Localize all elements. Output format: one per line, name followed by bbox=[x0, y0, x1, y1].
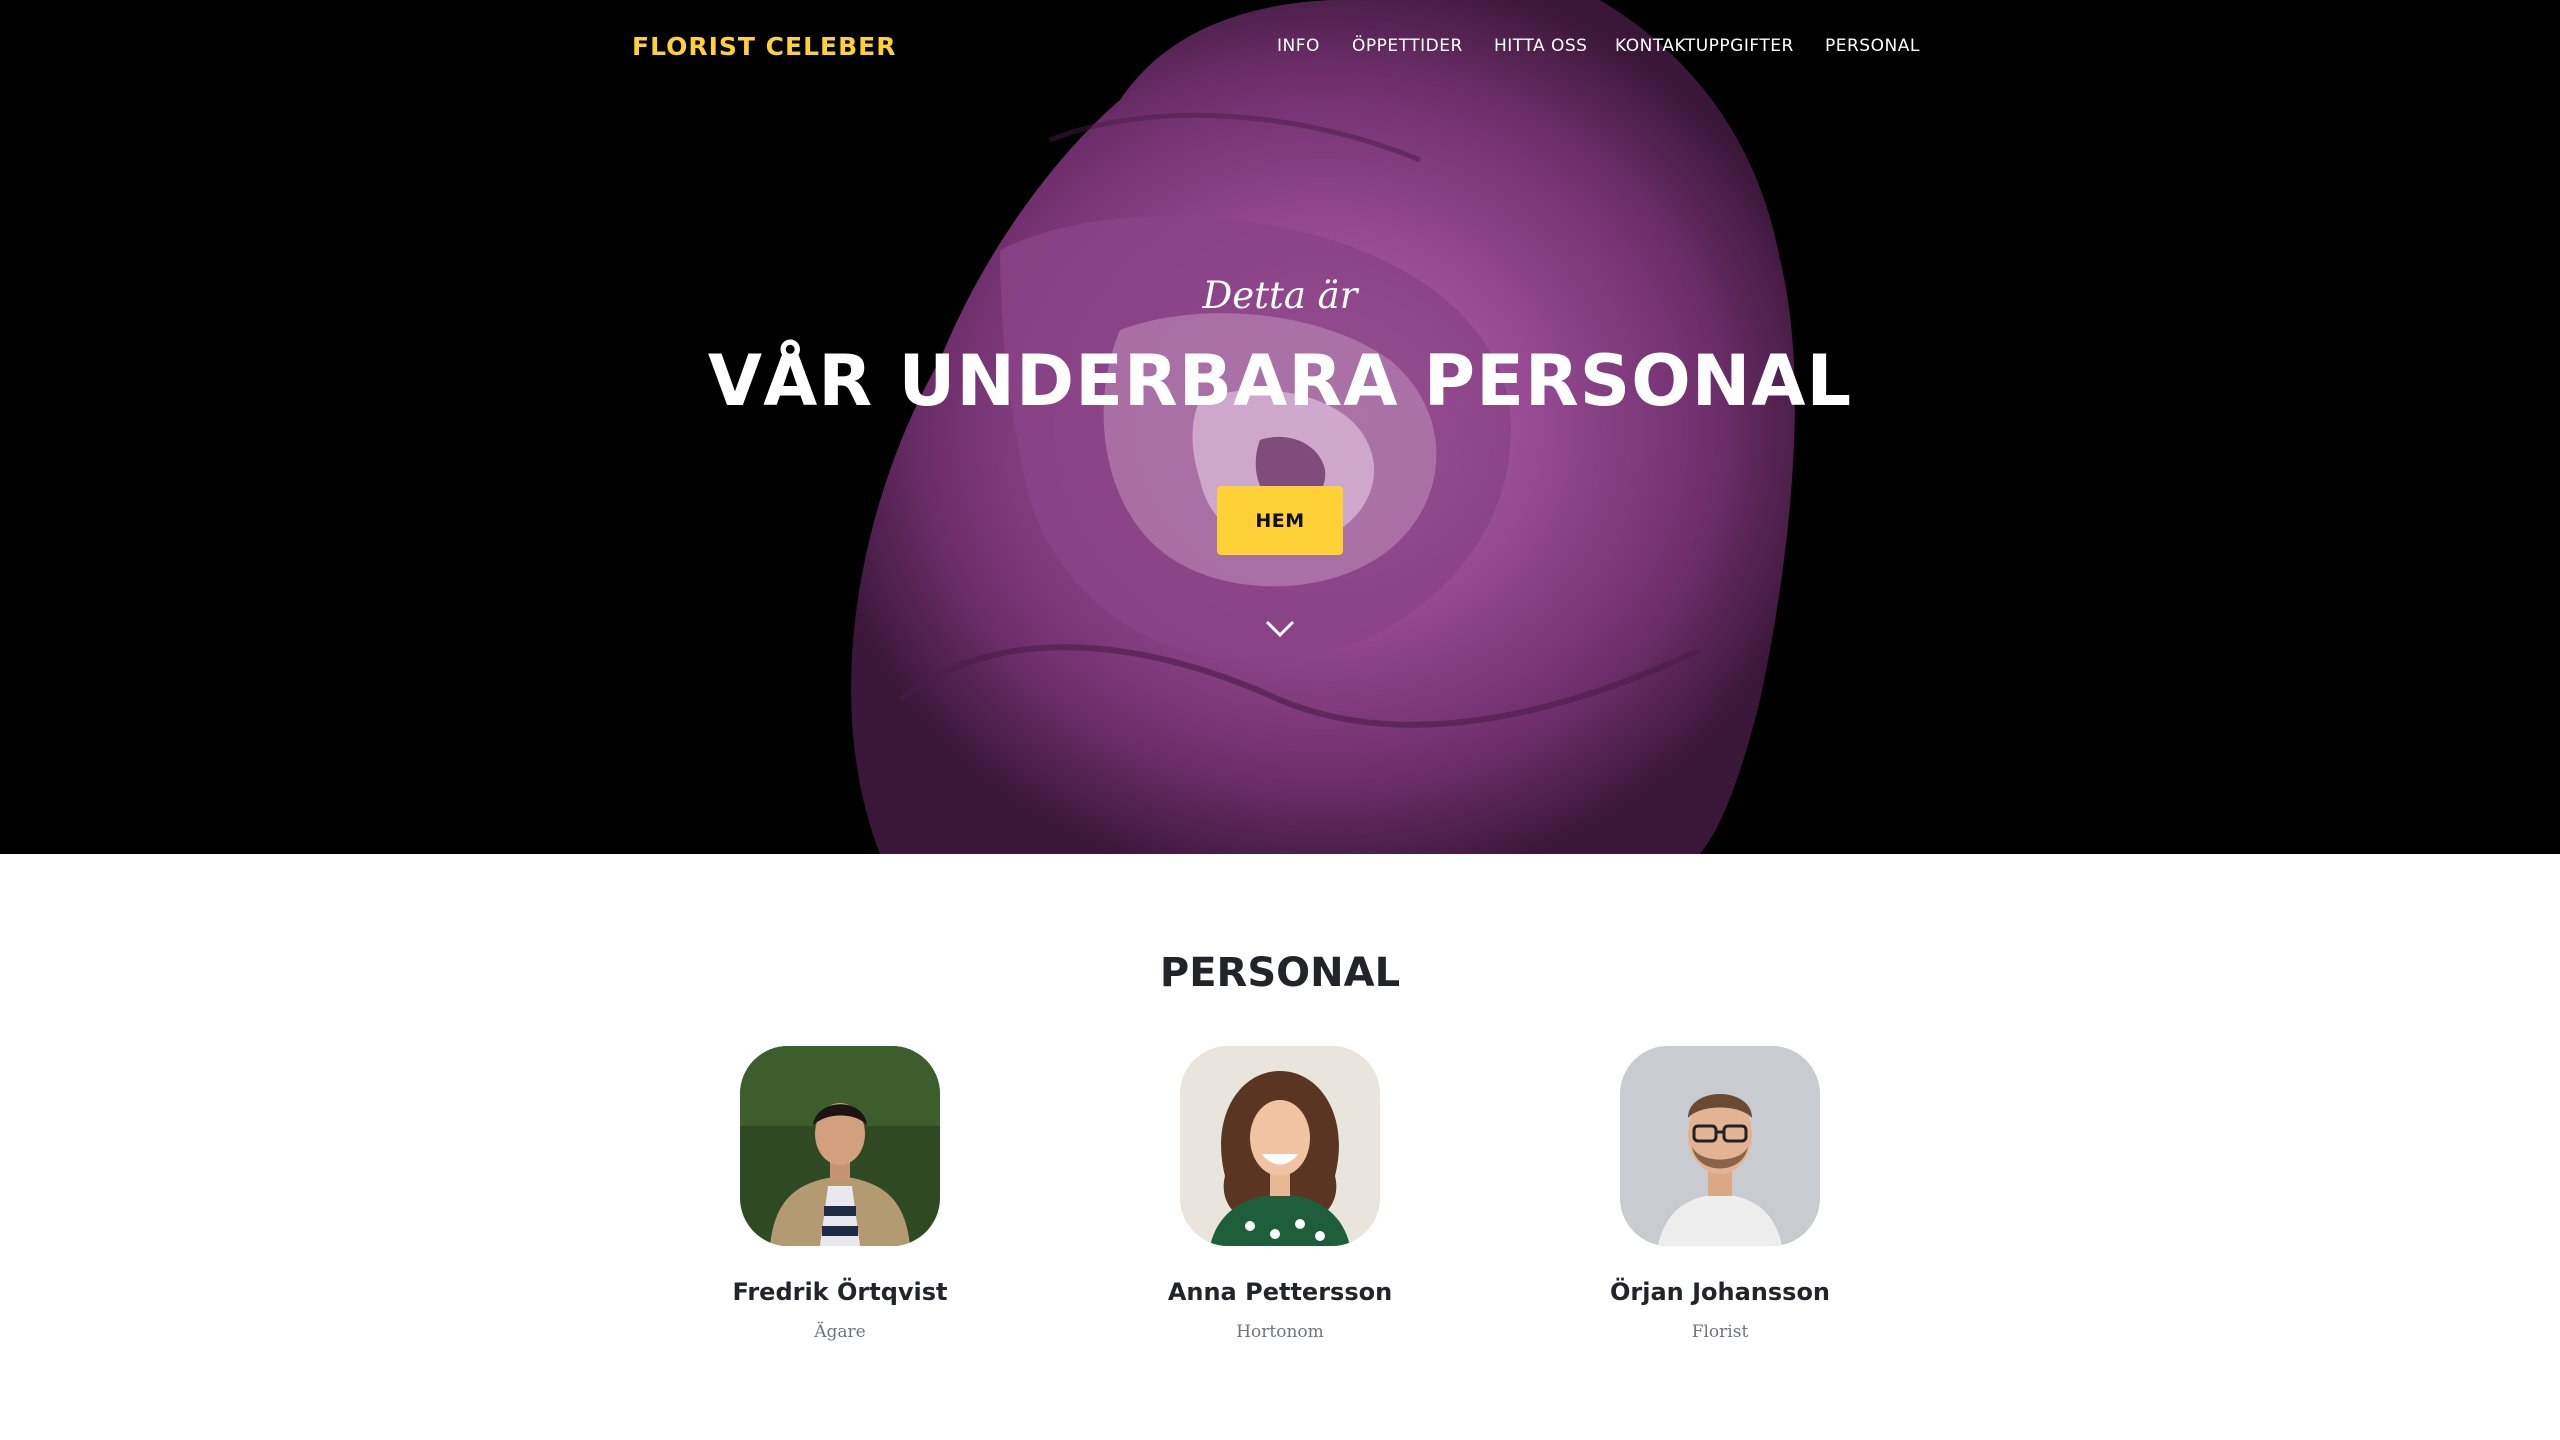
navbar: FLORIST CELEBER INFO ÖPPETTIDER HITTA OS… bbox=[0, 0, 2560, 94]
nav-item-hitta-oss[interactable]: HITTA OSS bbox=[1494, 36, 1587, 56]
nav-item-kontaktuppgifter[interactable]: KONTAKTUPPGIFTER bbox=[1615, 36, 1794, 56]
rose-background-image bbox=[851, 0, 1795, 854]
hero-subheading: Detta är bbox=[1202, 274, 1358, 317]
hero-section: FLORIST CELEBER INFO ÖPPETTIDER HITTA OS… bbox=[0, 0, 2560, 854]
avatar bbox=[1620, 1046, 1820, 1246]
member-role: Ägare bbox=[814, 1322, 866, 1342]
avatar bbox=[740, 1046, 940, 1246]
nav-item-personal[interactable]: PERSONAL bbox=[1825, 36, 1920, 56]
nav-item-oppettider[interactable]: ÖPPETTIDER bbox=[1352, 36, 1463, 56]
team-member-card: Örjan Johansson Florist bbox=[1520, 1046, 1920, 1342]
member-role: Hortonom bbox=[1236, 1322, 1324, 1342]
hero-heading: VÅR UNDERBARA PERSONAL bbox=[707, 340, 1853, 422]
team-member-card: Anna Pettersson Hortonom bbox=[1080, 1046, 1480, 1342]
chevron-down-icon[interactable] bbox=[1264, 616, 1296, 640]
team-section-title: PERSONAL bbox=[1159, 950, 1401, 996]
nav-item-info[interactable]: INFO bbox=[1277, 36, 1320, 56]
avatar bbox=[1180, 1046, 1380, 1246]
member-name: Anna Pettersson bbox=[1167, 1278, 1393, 1306]
member-name: Örjan Johansson bbox=[1609, 1278, 1831, 1306]
brand-logo[interactable]: FLORIST CELEBER bbox=[632, 32, 897, 61]
member-name: Fredrik Örtqvist bbox=[732, 1278, 948, 1306]
hem-button[interactable]: HEM bbox=[1217, 486, 1343, 555]
team-member-card: Fredrik Örtqvist Ägare bbox=[640, 1046, 1040, 1342]
member-role: Florist bbox=[1691, 1322, 1749, 1342]
